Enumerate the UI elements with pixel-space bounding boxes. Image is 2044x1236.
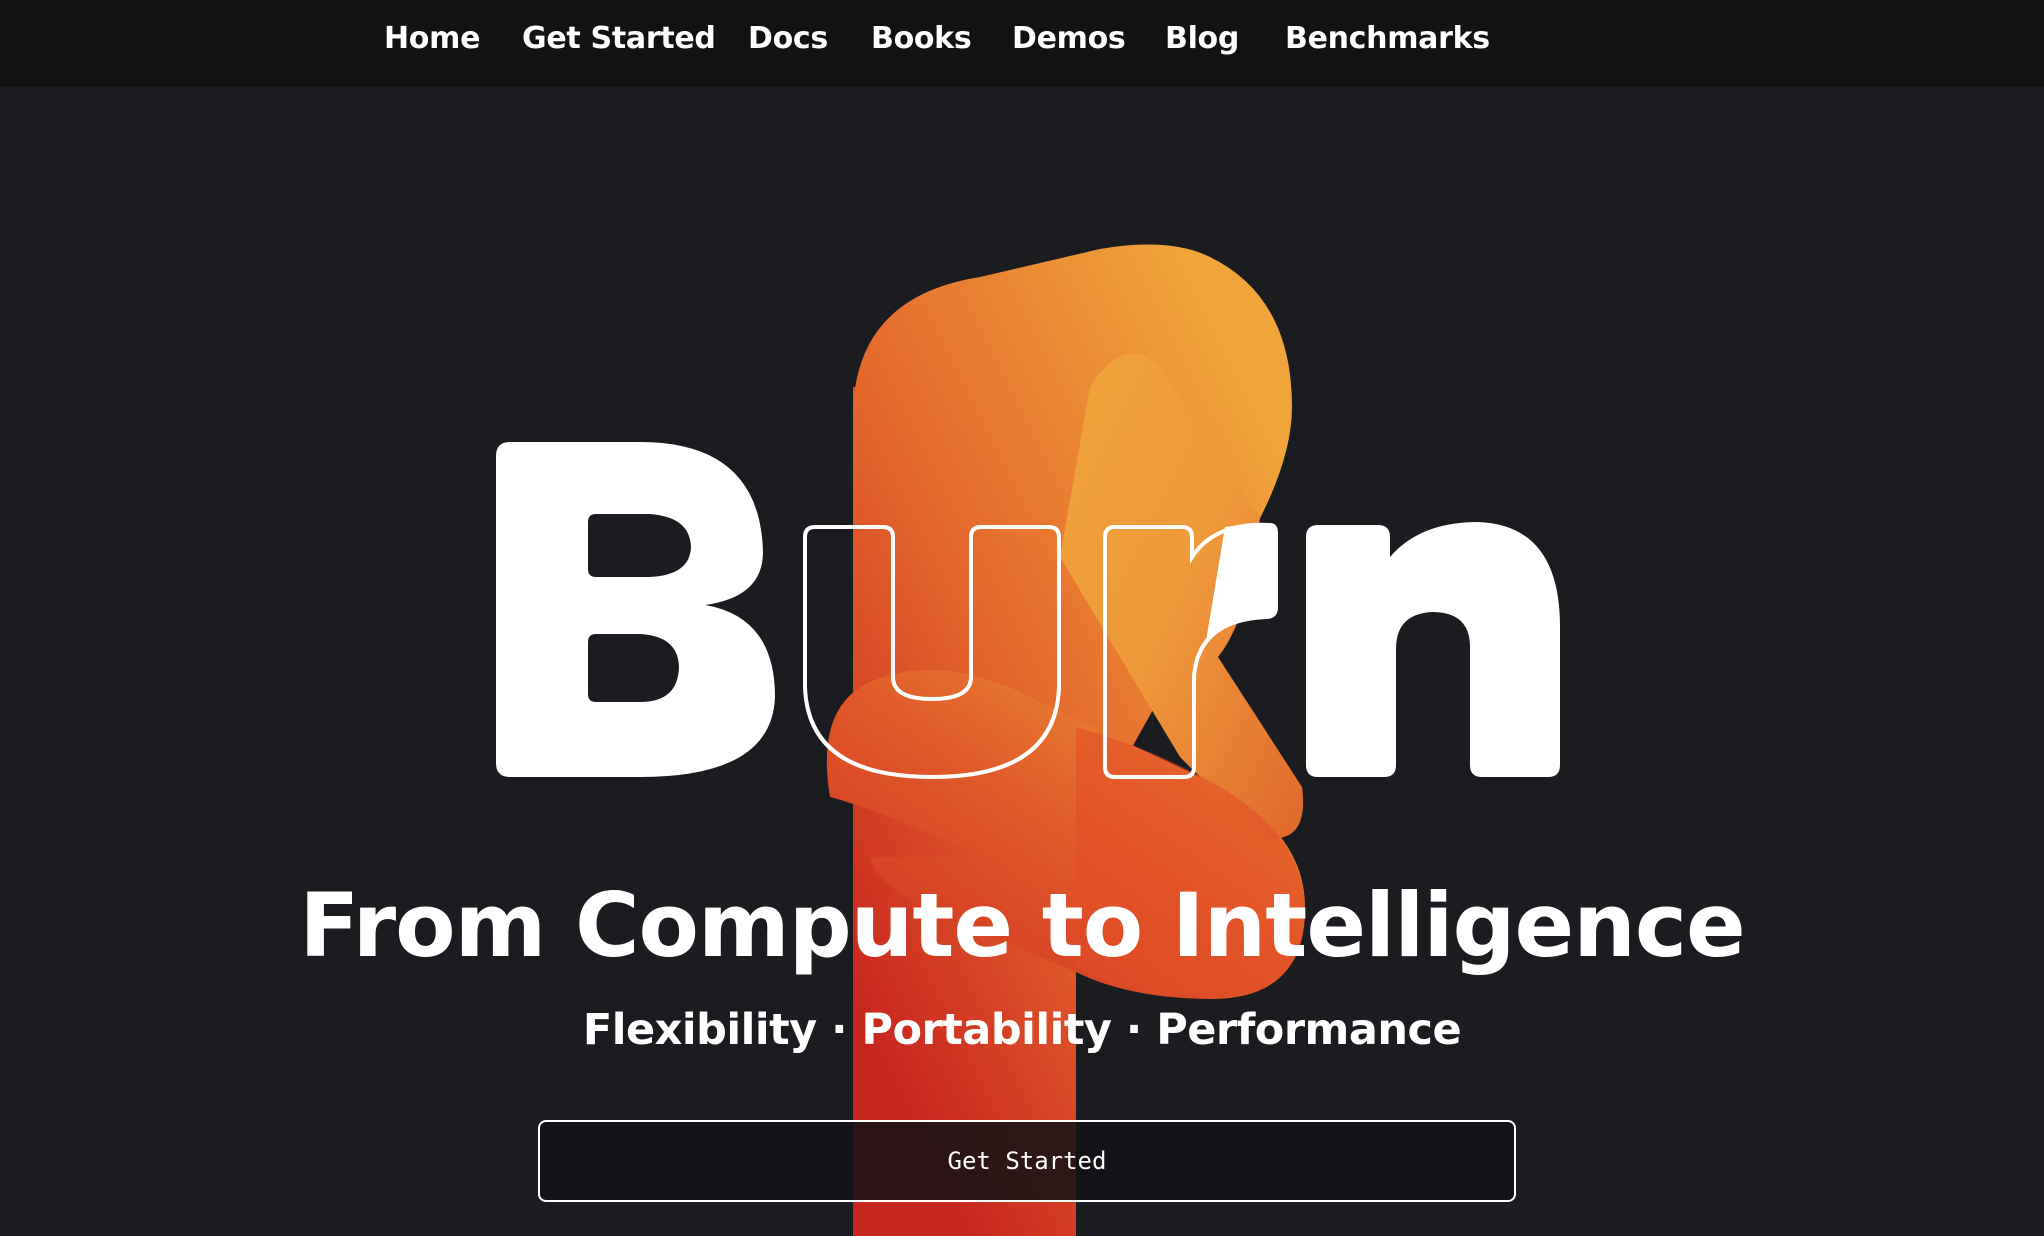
nav-demos-link[interactable]: Demos — [1012, 15, 1126, 63]
nav-docs-link[interactable]: Docs — [748, 15, 828, 63]
top-navbar: Home Get Started Docs Books Demos Blog B… — [0, 0, 2044, 87]
nav-books-link[interactable]: Books — [871, 15, 972, 63]
logo-letter-b — [496, 442, 775, 777]
value-performance: Performance — [1156, 1005, 1462, 1055]
nav-blog-link[interactable]: Blog — [1165, 15, 1239, 63]
separator-dot: · — [1111, 1005, 1157, 1055]
burn-logo — [496, 244, 1560, 1236]
get-started-button[interactable]: Get Started — [538, 1120, 1516, 1202]
nav-benchmarks-link[interactable]: Benchmarks — [1285, 15, 1490, 63]
hero-subtagline: Flexibility · Portability · Performance — [0, 1005, 2044, 1055]
value-flexibility: Flexibility — [582, 1005, 817, 1055]
nav-home-link[interactable]: Home — [384, 15, 480, 63]
nav-get-started-link[interactable]: Get Started — [522, 15, 716, 63]
hero-section: From Compute to Intelligence Flexibility… — [0, 87, 2044, 1236]
hero-tagline: From Compute to Intelligence — [299, 874, 1745, 977]
separator-dot: · — [816, 1005, 862, 1055]
flame-knot-icon — [826, 244, 1305, 1236]
value-portability: Portability — [861, 1005, 1112, 1055]
logo-letter-n — [1306, 522, 1560, 777]
